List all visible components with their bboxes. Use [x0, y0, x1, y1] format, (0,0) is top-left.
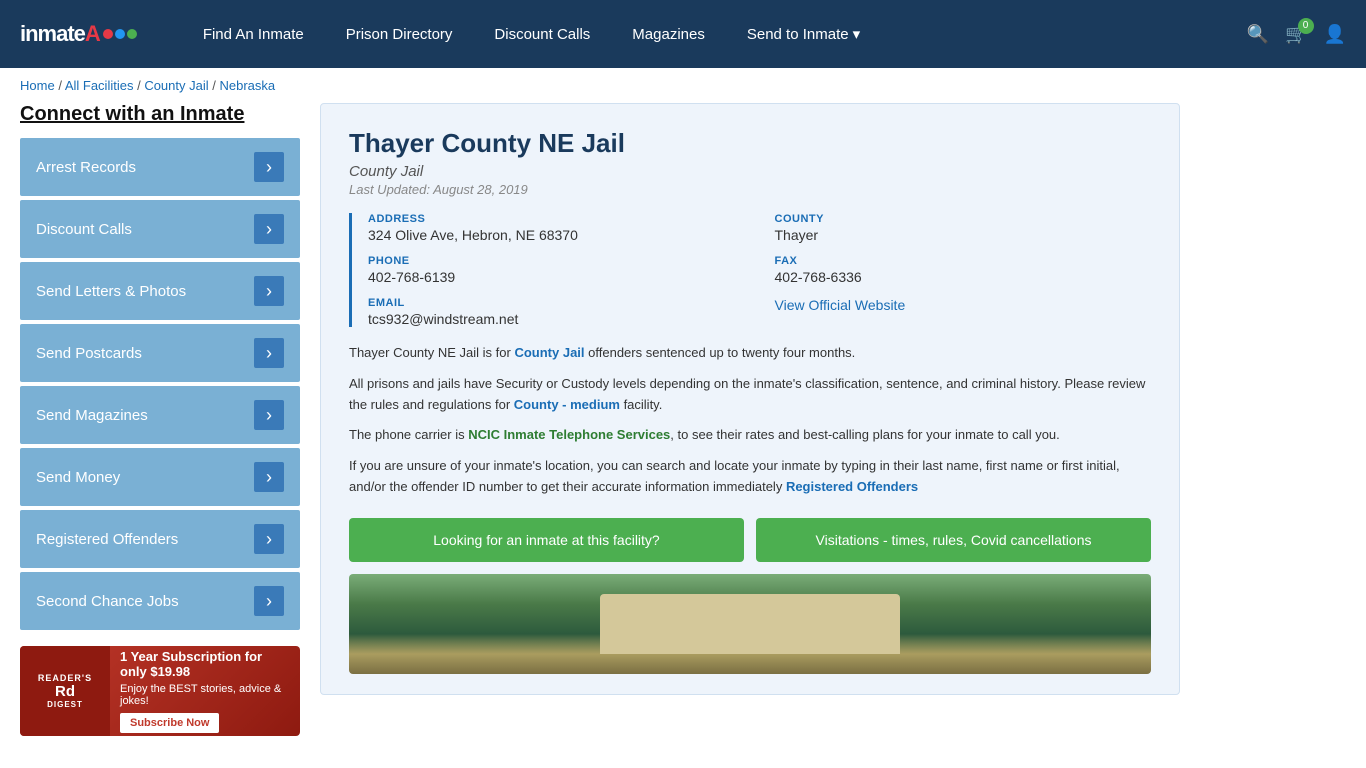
sidebar-item-label: Arrest Records — [36, 159, 136, 176]
facility-type: County Jail — [349, 163, 1151, 180]
ad-logo: READER'S Rd DIGEST — [20, 646, 110, 736]
arrow-icon: › — [254, 338, 284, 368]
facility-photo — [349, 574, 1151, 674]
sidebar-item-send-magazines[interactable]: Send Magazines › — [20, 386, 300, 444]
facility-card: Thayer County NE Jail County Jail Last U… — [320, 103, 1180, 695]
main-nav: Find An Inmate Prison Directory Discount… — [187, 17, 1217, 51]
ad-title: 1 Year Subscription for only $19.98 — [120, 649, 290, 679]
logo-a: A — [85, 21, 101, 47]
info-section: ADDRESS 324 Olive Ave, Hebron, NE 68370 … — [349, 213, 1151, 327]
sidebar-item-registered-offenders[interactable]: Registered Offenders › — [20, 510, 300, 568]
breadcrumb-county-jail[interactable]: County Jail — [144, 78, 208, 93]
ad-subtitle: Enjoy the BEST stories, advice & jokes! — [120, 683, 290, 707]
sidebar-item-label: Send Postcards — [36, 345, 142, 362]
county-block: COUNTY Thayer — [775, 213, 1152, 243]
registered-offenders-link[interactable]: Registered Offenders — [786, 479, 918, 494]
sidebar-item-send-postcards[interactable]: Send Postcards › — [20, 324, 300, 382]
visitations-button[interactable]: Visitations - times, rules, Covid cancel… — [756, 518, 1151, 562]
logo-icons — [103, 29, 137, 39]
phone-block: PHONE 402-768-6139 — [368, 255, 745, 285]
header-icons: 🔍 🛒 0 👤 — [1247, 24, 1346, 45]
breadcrumb: Home / All Facilities / County Jail / Ne… — [0, 68, 1366, 103]
arrow-icon: › — [254, 462, 284, 492]
sidebar-item-label: Send Magazines — [36, 407, 148, 424]
nav-discount-calls[interactable]: Discount Calls — [478, 18, 606, 51]
search-icon[interactable]: 🔍 — [1247, 24, 1269, 45]
fax-value: 402-768-6336 — [775, 269, 1152, 285]
info-grid: ADDRESS 324 Olive Ave, Hebron, NE 68370 … — [368, 213, 1151, 327]
phone-value: 402-768-6139 — [368, 269, 745, 285]
phone-label: PHONE — [368, 255, 745, 267]
nav-send-to-inmate[interactable]: Send to Inmate ▾ — [731, 17, 876, 51]
facility-title: Thayer County NE Jail — [349, 128, 1151, 159]
site-header: inmate A Find An Inmate Prison Directory… — [0, 0, 1366, 68]
county-label: COUNTY — [775, 213, 1152, 225]
ad-content: 1 Year Subscription for only $19.98 Enjo… — [110, 646, 300, 736]
cart-badge: 0 — [1298, 18, 1314, 34]
sidebar-item-arrest-records[interactable]: Arrest Records › — [20, 138, 300, 196]
breadcrumb-nebraska[interactable]: Nebraska — [219, 78, 275, 93]
breadcrumb-all-facilities[interactable]: All Facilities — [65, 78, 134, 93]
address-block: ADDRESS 324 Olive Ave, Hebron, NE 68370 — [368, 213, 745, 243]
sidebar-item-discount-calls[interactable]: Discount Calls › — [20, 200, 300, 258]
main-container: Connect with an Inmate Arrest Records › … — [0, 103, 1200, 756]
facility-last-updated: Last Updated: August 28, 2019 — [349, 182, 1151, 197]
email-block: EMAIL tcs932@windstream.net — [368, 297, 745, 327]
county-value: Thayer — [775, 227, 1152, 243]
county-jail-link-1[interactable]: County Jail — [514, 345, 584, 360]
find-inmate-button[interactable]: Looking for an inmate at this facility? — [349, 518, 744, 562]
sidebar-item-label: Registered Offenders — [36, 531, 178, 548]
email-label: EMAIL — [368, 297, 745, 309]
arrow-icon: › — [254, 214, 284, 244]
view-official-website-link[interactable]: View Official Website — [775, 297, 906, 313]
sidebar-item-send-money[interactable]: Send Money › — [20, 448, 300, 506]
sidebar-item-second-chance-jobs[interactable]: Second Chance Jobs › — [20, 572, 300, 630]
ad-subscribe-button[interactable]: Subscribe Now — [120, 713, 219, 733]
logo[interactable]: inmate A — [20, 21, 137, 47]
cart-icon[interactable]: 🛒 0 — [1285, 24, 1307, 45]
nav-find-inmate[interactable]: Find An Inmate — [187, 18, 320, 51]
arrow-icon: › — [254, 276, 284, 306]
dropdown-arrow-icon: ▾ — [853, 25, 861, 43]
desc-paragraph-1: Thayer County NE Jail is for County Jail… — [349, 343, 1151, 364]
sidebar-item-label: Send Money — [36, 469, 120, 486]
nav-magazines[interactable]: Magazines — [616, 18, 721, 51]
arrow-icon: › — [254, 400, 284, 430]
desc-paragraph-4: If you are unsure of your inmate's locat… — [349, 456, 1151, 498]
building-silhouette — [600, 594, 900, 654]
sidebar: Connect with an Inmate Arrest Records › … — [20, 103, 300, 736]
arrow-icon: › — [254, 524, 284, 554]
main-content: Thayer County NE Jail County Jail Last U… — [320, 103, 1180, 736]
advertisement-banner: READER'S Rd DIGEST 1 Year Subscription f… — [20, 646, 300, 736]
facility-description: Thayer County NE Jail is for County Jail… — [349, 343, 1151, 498]
desc-paragraph-3: The phone carrier is NCIC Inmate Telepho… — [349, 425, 1151, 446]
fax-label: FAX — [775, 255, 1152, 267]
sidebar-title: Connect with an Inmate — [20, 103, 300, 126]
sidebar-item-label: Second Chance Jobs — [36, 593, 179, 610]
desc-paragraph-2: All prisons and jails have Security or C… — [349, 374, 1151, 416]
nav-prison-directory[interactable]: Prison Directory — [330, 18, 469, 51]
action-buttons: Looking for an inmate at this facility? … — [349, 518, 1151, 562]
ncic-link[interactable]: NCIC Inmate Telephone Services — [468, 427, 670, 442]
arrow-icon: › — [254, 586, 284, 616]
website-block: View Official Website — [775, 297, 1152, 327]
user-icon[interactable]: 👤 — [1324, 24, 1346, 45]
sidebar-item-label: Send Letters & Photos — [36, 283, 186, 300]
county-medium-link[interactable]: County - medium — [514, 397, 620, 412]
sidebar-item-send-letters[interactable]: Send Letters & Photos › — [20, 262, 300, 320]
breadcrumb-home[interactable]: Home — [20, 78, 55, 93]
fax-block: FAX 402-768-6336 — [775, 255, 1152, 285]
address-value: 324 Olive Ave, Hebron, NE 68370 — [368, 227, 745, 243]
email-value: tcs932@windstream.net — [368, 311, 745, 327]
arrow-icon: › — [254, 152, 284, 182]
logo-text: inmate — [20, 21, 85, 47]
address-label: ADDRESS — [368, 213, 745, 225]
sidebar-item-label: Discount Calls — [36, 221, 132, 238]
